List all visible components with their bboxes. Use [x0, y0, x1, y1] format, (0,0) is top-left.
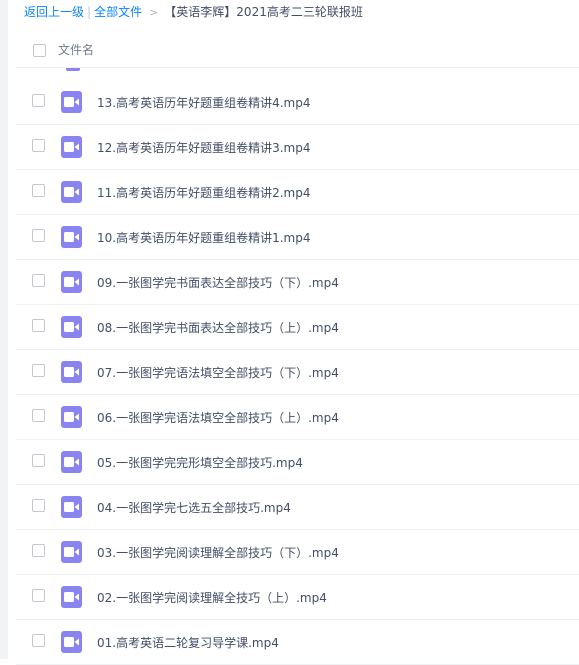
file-row[interactable]: 01.高考英语二轮复习导学课.mp4 [16, 620, 579, 665]
row-checkbox[interactable] [32, 229, 45, 242]
select-all-checkbox[interactable] [33, 44, 46, 57]
video-file-icon [61, 91, 82, 113]
file-row[interactable]: 11.高考英语历年好题重组卷精讲2.mp4 [16, 170, 579, 215]
video-file-icon [61, 631, 82, 653]
row-checkbox[interactable] [32, 454, 45, 467]
row-checkbox[interactable] [32, 319, 45, 332]
file-row[interactable]: 10.高考英语历年好题重组卷精讲1.mp4 [16, 215, 579, 260]
file-row[interactable]: 02.一张图学完阅读理解全技巧（上）.mp4 [16, 575, 579, 620]
row-checkbox[interactable] [32, 364, 45, 377]
file-row[interactable]: 13.高考英语历年好题重组卷精讲4.mp4 [16, 80, 579, 125]
file-name-link[interactable]: 01.高考英语二轮复习导学课.mp4 [97, 634, 279, 651]
video-file-icon [61, 316, 82, 338]
chevron-right-icon: > [149, 6, 159, 19]
row-checkbox[interactable] [32, 94, 45, 107]
row-checkbox[interactable] [32, 589, 45, 602]
row-checkbox[interactable] [32, 499, 45, 512]
video-file-icon [61, 226, 82, 248]
file-row[interactable]: 09.一张图学完书面表达全部技巧（下）.mp4 [16, 260, 579, 305]
row-checkbox[interactable] [32, 544, 45, 557]
video-file-icon [61, 181, 82, 203]
file-name-link[interactable]: 02.一张图学完阅读理解全技巧（上）.mp4 [97, 589, 327, 606]
file-name-link[interactable]: 10.高考英语历年好题重组卷精讲1.mp4 [97, 229, 310, 246]
file-row[interactable]: 08.一张图学完书面表达全部技巧（上）.mp4 [16, 305, 579, 350]
video-file-icon [61, 451, 82, 473]
row-checkbox[interactable] [32, 409, 45, 422]
file-row[interactable]: 07.一张图学完语法填空全部技巧（下）.mp4 [16, 350, 579, 395]
column-header-filename: 文件名 [58, 43, 95, 57]
file-row[interactable]: 06.一张图学完语法填空全部技巧（上）.mp4 [16, 395, 579, 440]
video-file-icon [61, 541, 82, 563]
file-row[interactable]: 05.一张图学完完形填空全部技巧.mp4 [16, 440, 579, 485]
file-name-link[interactable]: 05.一张图学完完形填空全部技巧.mp4 [97, 454, 303, 471]
all-files-link[interactable]: 全部文件 [94, 5, 142, 19]
partial-file-icon [66, 68, 80, 71]
file-name-link[interactable]: 12.高考英语历年好题重组卷精讲3.mp4 [97, 139, 310, 156]
file-name-link[interactable]: 04.一张图学完七选五全部技巧.mp4 [97, 499, 291, 516]
video-file-icon [61, 136, 82, 158]
row-checkbox[interactable] [32, 274, 45, 287]
breadcrumb: 返回上一级 | 全部文件 > 【英语李辉】2021高考二三轮联报班 [24, 3, 363, 21]
file-name-link[interactable]: 07.一张图学完语法填空全部技巧（下）.mp4 [97, 364, 339, 381]
file-name-link[interactable]: 13.高考英语历年好题重组卷精讲4.mp4 [97, 94, 310, 111]
file-name-link[interactable]: 11.高考英语历年好题重组卷精讲2.mp4 [97, 184, 310, 201]
current-folder-label: 【英语李辉】2021高考二三轮联报班 [164, 5, 363, 19]
file-name-link[interactable]: 09.一张图学完书面表达全部技巧（下）.mp4 [97, 274, 339, 291]
file-row[interactable]: 12.高考英语历年好题重组卷精讲3.mp4 [16, 125, 579, 170]
video-file-icon [61, 496, 82, 518]
video-file-icon [61, 586, 82, 608]
file-name-link[interactable]: 03.一张图学完阅读理解全部技巧（下）.mp4 [97, 544, 339, 561]
header-divider [16, 67, 579, 68]
file-name-link[interactable]: 06.一张图学完语法填空全部技巧（上）.mp4 [97, 409, 339, 426]
file-name-link[interactable]: 08.一张图学完书面表达全部技巧（上）.mp4 [97, 319, 339, 336]
breadcrumb-separator: | [87, 5, 92, 19]
row-checkbox[interactable] [32, 634, 45, 647]
back-link[interactable]: 返回上一级 [24, 5, 84, 19]
row-checkbox[interactable] [32, 139, 45, 152]
file-row[interactable]: 04.一张图学完七选五全部技巧.mp4 [16, 485, 579, 530]
video-file-icon [61, 361, 82, 383]
video-file-icon [61, 271, 82, 293]
video-file-icon [61, 406, 82, 428]
left-rail [0, 0, 8, 659]
row-checkbox[interactable] [32, 184, 45, 197]
file-list-header: 文件名 [24, 34, 579, 66]
file-row[interactable]: 03.一张图学完阅读理解全部技巧（下）.mp4 [16, 530, 579, 575]
